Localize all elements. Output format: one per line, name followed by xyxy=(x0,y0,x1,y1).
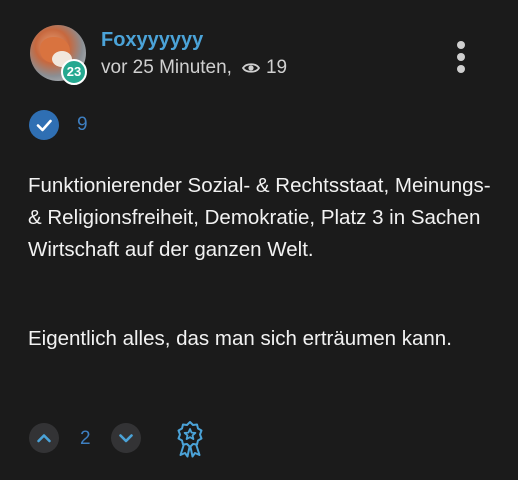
helpful-count: 9 xyxy=(77,114,88,135)
level-badge: 23 xyxy=(61,59,87,85)
award-medal-icon[interactable] xyxy=(174,420,206,458)
chevron-up-icon xyxy=(37,434,51,443)
check-icon xyxy=(36,119,52,132)
chevron-down-icon xyxy=(119,434,133,443)
upvote-button[interactable] xyxy=(29,423,59,453)
more-dot-icon xyxy=(457,41,465,49)
more-dot-icon xyxy=(457,53,465,61)
view-count: 19 xyxy=(265,57,288,78)
post-meta: vor 25 Minuten, 19 xyxy=(101,56,287,80)
more-dot-icon xyxy=(457,65,465,73)
vote-count: 2 xyxy=(80,428,91,449)
answer-paragraph: Funktionierender Sozial- & Rechtsstaat, … xyxy=(28,174,491,261)
author-name[interactable]: Foxyyyyyy xyxy=(101,28,203,52)
eye-icon xyxy=(241,63,260,73)
helpful-button[interactable] xyxy=(29,110,59,140)
more-options-button[interactable] xyxy=(450,38,472,78)
post-time: vor 25 Minuten, xyxy=(101,57,232,78)
answer-paragraph: Eigentlich alles, das man sich erträumen… xyxy=(28,327,452,350)
downvote-button[interactable] xyxy=(111,423,141,453)
